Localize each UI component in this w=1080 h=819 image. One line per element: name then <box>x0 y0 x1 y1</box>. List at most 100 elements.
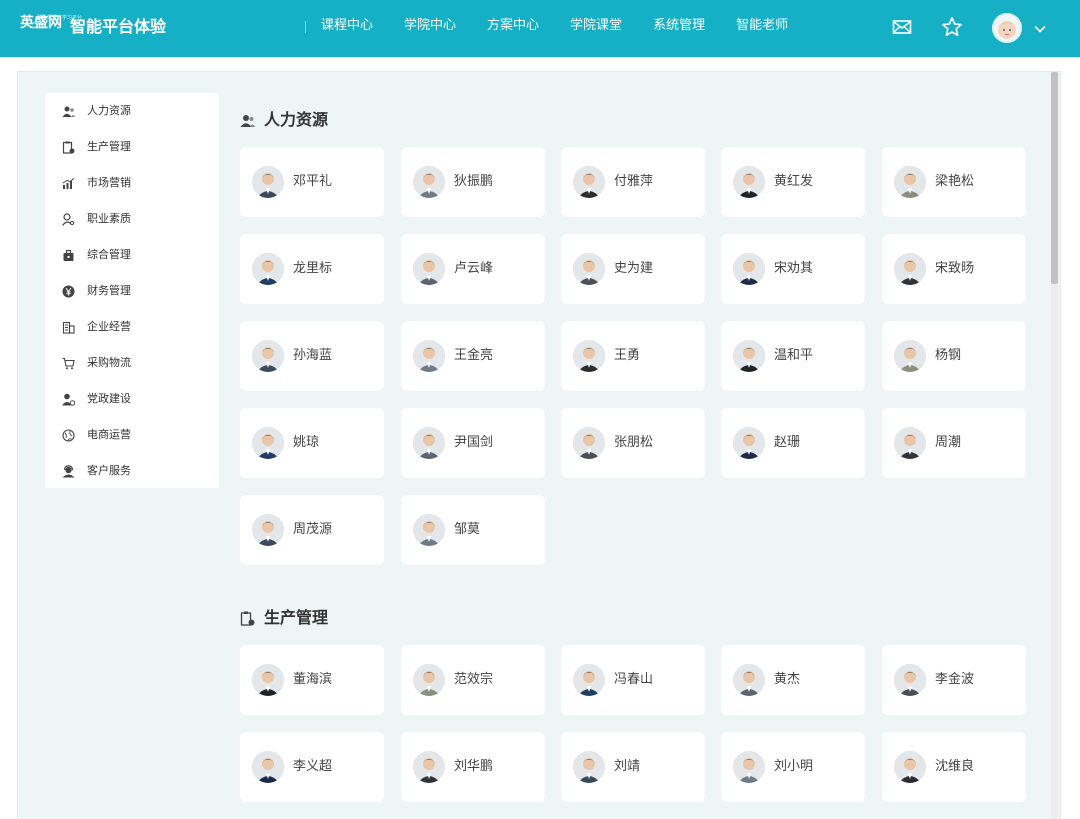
teacher-card[interactable]: 李金波 <box>882 645 1026 715</box>
teacher-card[interactable]: 周茂源 <box>240 495 384 565</box>
teacher-card[interactable]: 王勇 <box>561 321 705 391</box>
star-icon[interactable] <box>941 16 963 38</box>
teacher-photo <box>894 166 926 198</box>
teacher-card[interactable]: 李义超 <box>240 732 384 802</box>
teacher-photo <box>252 514 284 546</box>
sidebar-item-label: 财务管理 <box>87 284 131 297</box>
teacher-name: 龙里标 <box>293 261 333 276</box>
sidebar-item-professional-quality[interactable]: 职业素质 <box>45 204 219 234</box>
sidebar-item-general-management[interactable]: 综合管理 <box>45 240 219 270</box>
teacher-name: 杨钢 <box>935 348 962 363</box>
section-title-hr: 人力资源 <box>240 110 390 130</box>
teacher-photo <box>733 427 765 459</box>
sidebar-item-label: 企业经营 <box>87 320 131 333</box>
teacher-photo <box>413 166 445 198</box>
teacher-card[interactable]: 刘小明 <box>721 732 865 802</box>
teacher-card[interactable]: 王金亮 <box>401 321 545 391</box>
teacher-card[interactable]: 周潮 <box>882 408 1026 478</box>
sidebar-item-label: 电商运营 <box>87 428 131 441</box>
teacher-card[interactable]: 温和平 <box>721 321 865 391</box>
nav-item-college-class[interactable]: 学院课堂 <box>570 18 622 34</box>
teacher-photo <box>894 253 926 285</box>
teacher-card[interactable]: 宋致旸 <box>882 234 1026 304</box>
nav-item-course-center[interactable]: 课程中心 <box>321 18 373 34</box>
teacher-card[interactable]: 范效宗 <box>401 645 545 715</box>
customer-service-icon <box>62 465 75 478</box>
teacher-name: 王金亮 <box>454 348 494 363</box>
nav-item-solution-center[interactable]: 方案中心 <box>487 18 539 34</box>
sidebar-item-party-building[interactable]: 党政建设 <box>45 384 219 414</box>
teacher-photo <box>733 340 765 372</box>
teacher-photo <box>252 427 284 459</box>
teacher-card[interactable]: 龙里标 <box>240 234 384 304</box>
user-search-icon <box>62 213 75 226</box>
avatar-face-icon <box>998 21 1016 39</box>
teacher-card[interactable]: 黄红发 <box>721 147 865 217</box>
teacher-name: 黄红发 <box>774 174 814 189</box>
teacher-card[interactable]: 杨钢 <box>882 321 1026 391</box>
teacher-card[interactable]: 狄振鹏 <box>401 147 545 217</box>
teacher-card[interactable]: 宋劝其 <box>721 234 865 304</box>
avatar[interactable] <box>992 13 1022 43</box>
teacher-card[interactable]: 冯春山 <box>561 645 705 715</box>
sidebar-item-procurement[interactable]: 采购物流 <box>45 348 219 378</box>
teacher-card[interactable]: 尹国剑 <box>401 408 545 478</box>
cart-icon <box>62 357 75 370</box>
teacher-name: 邹莫 <box>454 522 481 537</box>
teacher-photo <box>252 166 284 198</box>
building-icon <box>62 321 75 334</box>
teacher-name: 赵珊 <box>774 435 801 450</box>
teacher-name: 姚琼 <box>293 435 320 450</box>
teacher-name: 卢云峰 <box>454 261 494 276</box>
teacher-name: 范效宗 <box>454 672 494 687</box>
teacher-card[interactable]: 孙海蓝 <box>240 321 384 391</box>
teacher-name: 王勇 <box>614 348 641 363</box>
teacher-card[interactable]: 姚琼 <box>240 408 384 478</box>
teacher-photo <box>413 427 445 459</box>
teacher-name: 宋劝其 <box>774 261 814 276</box>
teacher-card[interactable]: 沈维良 <box>882 732 1026 802</box>
teacher-card[interactable]: 董海滨 <box>240 645 384 715</box>
sidebar-item-production[interactable]: 生产管理 <box>45 132 219 162</box>
briefcase-icon <box>63 249 74 261</box>
sidebar-item-label: 生产管理 <box>87 140 131 153</box>
teacher-name: 尹国剑 <box>454 435 494 450</box>
nav-item-system-management[interactable]: 系统管理 <box>653 18 705 34</box>
teacher-photo <box>733 166 765 198</box>
teacher-card[interactable]: 付雅萍 <box>561 147 705 217</box>
teacher-card[interactable]: 卢云峰 <box>401 234 545 304</box>
teacher-card[interactable]: 赵珊 <box>721 408 865 478</box>
sidebar-item-label: 人力资源 <box>87 104 131 117</box>
teacher-card[interactable]: 刘华鹏 <box>401 732 545 802</box>
mail-icon[interactable] <box>891 16 913 38</box>
scrollbar-thumb[interactable] <box>1051 72 1058 284</box>
teacher-photo <box>573 340 605 372</box>
teacher-photo <box>894 427 926 459</box>
sidebar-item-business-operation[interactable]: 企业经营 <box>45 312 219 342</box>
teacher-card[interactable]: 刘靖 <box>561 732 705 802</box>
sidebar-item-marketing[interactable]: 市场营销 <box>45 168 219 198</box>
teacher-card[interactable]: 张朋松 <box>561 408 705 478</box>
teacher-name: 刘靖 <box>614 759 641 774</box>
nav-item-college-center[interactable]: 学院中心 <box>404 18 456 34</box>
teacher-photo <box>252 664 284 696</box>
clipboard-gear-icon <box>240 611 255 626</box>
teacher-name: 李义超 <box>293 759 333 774</box>
scrollbar[interactable] <box>1051 72 1058 819</box>
teacher-card[interactable]: 邓平礼 <box>240 147 384 217</box>
sidebar-item-hr[interactable]: 人力资源 <box>45 96 219 126</box>
teacher-photo <box>413 340 445 372</box>
teacher-card[interactable]: 邹莫 <box>401 495 545 565</box>
sidebar-item-customer-service[interactable]: 客户服务 <box>45 456 219 486</box>
chevron-down-icon[interactable] <box>1032 21 1048 37</box>
brand-logo[interactable]: 英盛网 职业经理人学习平台 <box>20 15 82 31</box>
teacher-card[interactable]: 史为建 <box>561 234 705 304</box>
main-nav: 课程中心 学院中心 方案中心 学院课堂 系统管理 智能老师 <box>321 18 819 34</box>
teacher-card[interactable]: 黄杰 <box>721 645 865 715</box>
sidebar-item-ecommerce[interactable]: 电商运营 <box>45 420 219 450</box>
sidebar-item-finance[interactable]: 财务管理 <box>45 276 219 306</box>
nav-item-smart-teacher[interactable]: 智能老师 <box>736 18 788 34</box>
teacher-card[interactable]: 梁艳松 <box>882 147 1026 217</box>
teacher-photo <box>413 253 445 285</box>
top-header: 英盛网 职业经理人学习平台 智能平台体验 课程中心 学院中心 方案中心 学院课堂… <box>0 0 1080 57</box>
